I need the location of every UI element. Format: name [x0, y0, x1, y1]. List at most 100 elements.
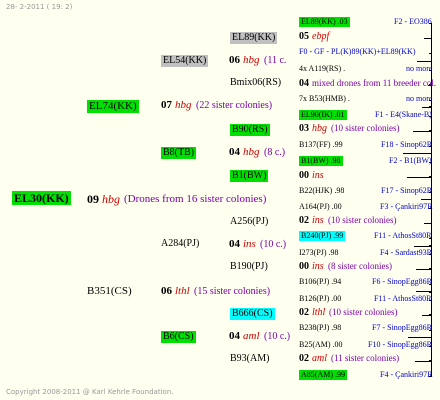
- g4-row-7-code: EL90(IK) .01: [299, 110, 347, 120]
- g4-row-4-line: no more: [406, 64, 433, 73]
- ds-note: (10 c.): [260, 239, 287, 250]
- dd-note: (10 c.): [264, 331, 291, 342]
- g4-row-16-text: I273(PJ) .98: [299, 248, 339, 257]
- g4-row-8-note: (10 sister colonies): [331, 123, 400, 133]
- dds-code: B666(CS): [230, 308, 275, 320]
- g4-row-22-text: B25(AM) .00: [299, 340, 343, 349]
- g4-row-2-generation: 05: [299, 31, 309, 42]
- g4-row-17-generation: 00: [299, 261, 309, 272]
- tree-connector-line: [421, 199, 432, 200]
- dam-generation: 06: [161, 285, 172, 297]
- sire-note: (22 sister colonies): [196, 100, 273, 111]
- g4-row-15-line: F11 - AthosSt80R: [374, 231, 432, 240]
- root-code: EL30(KK): [12, 191, 71, 205]
- g4-row-24-line: F4 - Çankiri97R: [380, 370, 433, 379]
- dam-note: (15 sister colonies): [194, 286, 271, 297]
- dam-dam-code: B6(CS): [161, 331, 196, 343]
- tree-connector-line: [422, 107, 432, 108]
- sd-breed: hbg: [243, 146, 260, 158]
- g4-row-14-note: (10 sister colonies): [328, 215, 397, 225]
- root-generation: 09: [87, 192, 99, 206]
- sss-code: EL89(KK): [230, 32, 278, 44]
- sire-generation: 07: [161, 99, 172, 111]
- g4-row-5-generation: 04: [299, 78, 309, 89]
- g4-row-20-note: (10 sister colonies): [329, 307, 398, 317]
- g4-row-24-code: A85(AM) .99: [299, 370, 347, 380]
- ss-note: (11 c.: [264, 55, 287, 66]
- tree-connector-line: [424, 38, 432, 39]
- g4-row-12-text: B22(HJK) .98: [299, 186, 345, 195]
- g4-row-12-line: F17 - Sinop62R: [381, 186, 433, 195]
- tree-connector-line: [429, 53, 432, 54]
- g4-row-13-text: A164(PJ) .00: [299, 202, 342, 211]
- date-stamp: 28- 2-2011 ( 19: 2): [6, 3, 73, 11]
- g4-row-23-generation: 02: [299, 353, 309, 364]
- g4-row-16-line: F4 - Sardast93R: [380, 248, 432, 257]
- ssd-code: Bmix06(RS): [230, 77, 282, 88]
- g4-row-21-text: B238(PJ) .98: [299, 323, 342, 332]
- sire-sire-code: EL54(KK): [161, 55, 209, 67]
- copyright-footer: Copyright 2008-2011 @ Karl Kehrle Founda…: [6, 388, 174, 396]
- g4-row-10-line: F2 - B1(BW): [389, 156, 432, 165]
- g4-row-4-text: 4x A119(RS) .: [299, 64, 346, 73]
- ds-breed: ins: [243, 238, 256, 250]
- sdd-code: B1(BW): [230, 170, 269, 182]
- g4-row-15-code: B240(PJ) .99: [299, 231, 346, 241]
- g4-row-13-line: F3 - Çankiri97R: [380, 202, 433, 211]
- g4-row-17-note: (8 sister colonies): [328, 261, 392, 271]
- g4-row-2-breed: ebpf: [312, 31, 330, 42]
- g4-row-7-line: F1 - E4(Skane-B): [375, 110, 432, 119]
- g4-row-19-line: F11 - AthosSt80R: [374, 294, 432, 303]
- dam-sire-code: A284(PJ): [161, 238, 200, 249]
- sd-note: (8 c.): [264, 147, 286, 158]
- g4-row-19-text: B126(PJ) .00: [299, 294, 342, 303]
- sd-generation: 04: [229, 146, 240, 158]
- tree-connector-line: [414, 245, 432, 247]
- dd-generation: 04: [229, 330, 240, 342]
- ds-generation: 04: [229, 238, 240, 250]
- dsd-code: B190(PJ): [230, 261, 268, 272]
- g4-row-17-breed: ins: [312, 261, 324, 272]
- dss-code: A256(PJ): [230, 216, 269, 227]
- tree-connector-line: [424, 223, 432, 224]
- g4-row-9-text: B137(FF) .99: [299, 140, 343, 149]
- root-breed: hbg: [102, 192, 120, 206]
- g4-row-11-breed: ins: [312, 170, 324, 181]
- g4-row-14-generation: 02: [299, 215, 309, 226]
- root-note: (Drones from 16 sister colonies): [124, 193, 267, 205]
- g4-row-3-text: F0 - GF - PL(K)89(KK)+EL89(KK): [299, 47, 416, 56]
- sire-breed: hbg: [175, 99, 192, 111]
- g4-row-22-line: F10 - SinopEgg86R: [368, 340, 433, 349]
- g4-row-20-generation: 02: [299, 307, 309, 318]
- pedigree-chart: 28- 2-2011 ( 19: 2) Copyright 2008-2011 @…: [0, 0, 440, 400]
- g4-row-21-line: F7 - SinopEgg86R: [372, 323, 433, 332]
- sds-code: B90(RS): [230, 124, 270, 136]
- g4-row-5-note: mixed drones from 11 breeder col.: [312, 78, 437, 88]
- tree-connector-line: [422, 315, 432, 316]
- tree-connector-line: [413, 131, 432, 132]
- g4-row-8-breed: hbg: [312, 123, 327, 134]
- g4-row-6-text: 7x B53(HMB) .: [299, 94, 350, 103]
- g4-row-11-generation: 00: [299, 170, 309, 181]
- g4-row-23-breed: aml: [312, 353, 327, 364]
- g4-row-14-breed: ins: [312, 215, 324, 226]
- g4-row-10-code: B1(BW) .98: [299, 156, 343, 166]
- sire-code: EL74(KK): [87, 100, 139, 113]
- g4-row-18-text: B106(PJ) .94: [299, 277, 342, 286]
- g4-row-18-line: F6 - SinopEgg86R: [372, 277, 433, 286]
- ss-generation: 06: [229, 54, 240, 66]
- tree-connector-line: [416, 269, 432, 270]
- dam-code: B351(CS): [87, 285, 132, 297]
- g4-row-23-note: (11 sister colonies): [331, 353, 400, 363]
- ss-breed: hbg: [243, 54, 260, 66]
- tree-connector-line: [417, 61, 432, 62]
- g4-row-6-line: no more: [406, 94, 433, 103]
- g4-row-20-breed: lthl: [312, 307, 326, 318]
- tree-connector-line: [407, 177, 432, 178]
- tree-connector-line: [408, 337, 432, 338]
- g4-row-8-generation: 03: [299, 123, 309, 134]
- tree-connector-line: [403, 153, 432, 154]
- ddd-code: B93(AM): [230, 353, 270, 364]
- tree-connector-line: [415, 361, 432, 362]
- g4-row-1-line: F2 - EO386: [394, 17, 432, 26]
